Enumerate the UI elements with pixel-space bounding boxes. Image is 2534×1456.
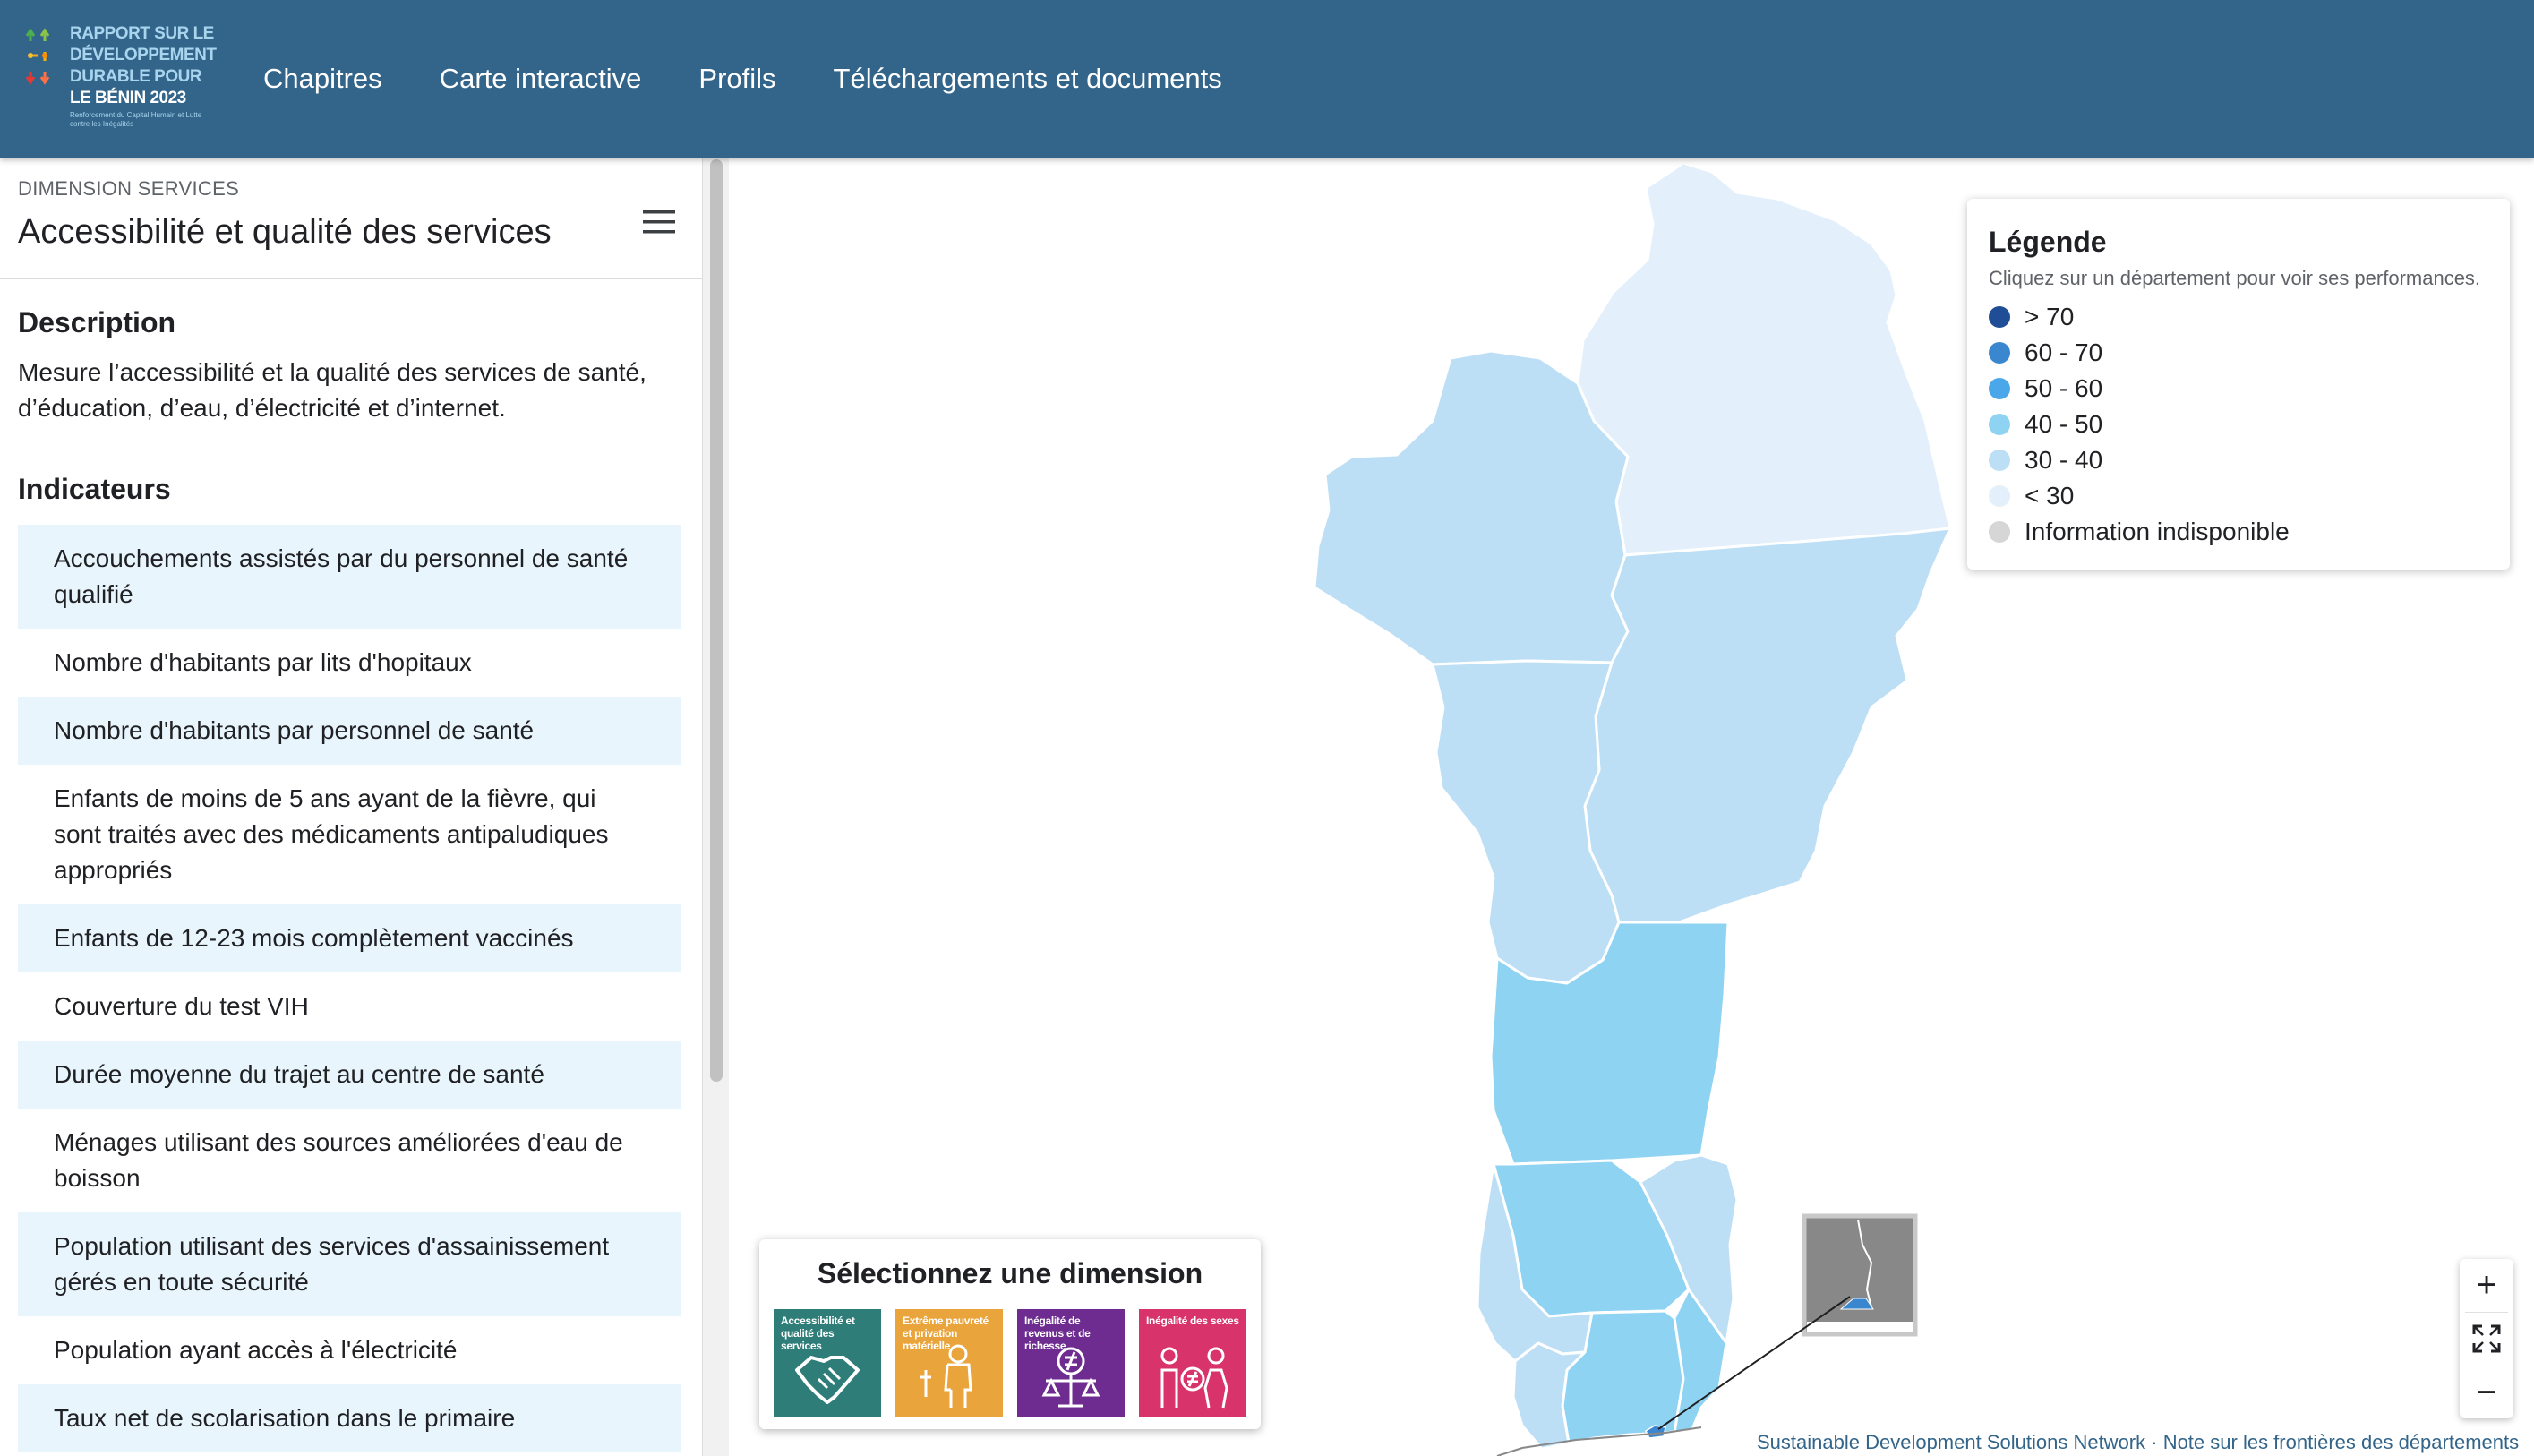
- dimension-tiles: Accessibilité et qualité des services Ex…: [774, 1309, 1246, 1417]
- dimension-selector: Sélectionnez une dimension Accessibilité…: [759, 1239, 1261, 1429]
- nav-profils[interactable]: Profils: [698, 59, 775, 98]
- region-alibori[interactable]: [1576, 161, 1952, 557]
- dimension-label: DIMENSION SERVICES: [18, 177, 240, 200]
- legend-label: 40 - 50: [2025, 410, 2103, 438]
- indicator-item[interactable]: Population ayant accès à l'électricité: [18, 1316, 681, 1384]
- zoom-out-button[interactable]: −: [2460, 1366, 2513, 1418]
- zoom-out-icon: −: [2476, 1373, 2497, 1412]
- sidebar-divider: [0, 278, 702, 279]
- map-attribution: Sustainable Development Solutions Networ…: [1757, 1431, 2519, 1454]
- logo-subtitle: Renforcement du Capital Humain et Lutte …: [70, 111, 202, 128]
- dimension-title: Accessibilité et qualité des services: [18, 213, 552, 251]
- logo-line-3: DURABLE POUR: [70, 67, 202, 86]
- indicator-item[interactable]: Enfants de moins de 5 ans ayant de la fi…: [18, 765, 681, 904]
- legend-item: < 30: [1989, 478, 2290, 514]
- logo-arrows-icon: [25, 28, 50, 85]
- fullscreen-icon: [2472, 1324, 2501, 1353]
- indicator-item[interactable]: Enfants de 12-23 mois complètement vacci…: [18, 904, 681, 972]
- indicator-item[interactable]: Accouchements assistés par du personnel …: [18, 525, 681, 629]
- nav-telechargements[interactable]: Téléchargements et documents: [834, 59, 1222, 98]
- legend-label: Information indisponible: [2025, 518, 2290, 545]
- nav-carte-interactive[interactable]: Carte interactive: [440, 59, 642, 98]
- logo-line-4: LE BÉNIN 2023: [70, 89, 186, 107]
- description-text: Mesure l’accessibilité et la qualité des…: [18, 358, 646, 422]
- legend-label: > 70: [2025, 303, 2075, 330]
- zoom-controls: + −: [2460, 1259, 2513, 1418]
- zoom-in-button[interactable]: +: [2460, 1259, 2513, 1311]
- indicator-item[interactable]: Durée moyenne du trajet au centre de san…: [18, 1041, 681, 1109]
- legend-swatch: [1989, 414, 2010, 435]
- logo-title: RAPPORT SUR LE DÉVELOPPEMENT DURABLE POU…: [70, 23, 222, 109]
- map-legend: Légende Cliquez sur un département pour …: [1967, 199, 2510, 570]
- gender-icon: [1160, 1347, 1228, 1409]
- dimension-tile-poverty[interactable]: Extrême pauvreté et privation matérielle: [895, 1309, 1003, 1417]
- indicator-item[interactable]: Nombre d'habitants par lits d'hopitaux: [18, 629, 681, 697]
- indicator-item[interactable]: Ménages utilisant des sources améliorées…: [18, 1109, 681, 1212]
- legend-item: 30 - 40: [1989, 442, 2290, 478]
- person-icon: [920, 1344, 972, 1408]
- fullscreen-button[interactable]: [2460, 1313, 2513, 1365]
- dimension-tile-income[interactable]: Inégalité de revenus et de richesse: [1017, 1309, 1125, 1417]
- logo-line-2: DÉVELOPPEMENT: [70, 46, 217, 64]
- sidebar-scrollbar[interactable]: [702, 158, 729, 1456]
- dimension-tile-gender[interactable]: Inégalité des sexes: [1139, 1309, 1246, 1417]
- legend-label: 60 - 70: [2025, 338, 2103, 366]
- dimension-selector-title: Sélectionnez une dimension: [817, 1257, 1203, 1289]
- legend-item: > 70: [1989, 299, 2290, 335]
- legend-item: 50 - 60: [1989, 371, 2290, 407]
- legend-label: 50 - 60: [2025, 374, 2103, 402]
- legend-label: 30 - 40: [2025, 446, 2103, 474]
- attribution-note-link[interactable]: Note sur les frontières des départements: [2163, 1431, 2519, 1453]
- zoom-in-icon: +: [2476, 1265, 2497, 1305]
- report-logo[interactable]: RAPPORT SUR LE DÉVELOPPEMENT DURABLE POU…: [25, 21, 217, 138]
- main-nav: Chapitres Carte interactive Profils Télé…: [263, 59, 1222, 98]
- indicator-item[interactable]: Couverture du test VIH: [18, 972, 681, 1041]
- indicator-list: Accouchements assistés par du personnel …: [18, 525, 681, 1452]
- legend-swatch: [1989, 342, 2010, 364]
- legend-swatch: [1989, 521, 2010, 543]
- indicator-item[interactable]: Population utilisant des services d'assa…: [18, 1212, 681, 1316]
- scrollbar-thumb[interactable]: [710, 159, 723, 1082]
- nav-chapitres[interactable]: Chapitres: [263, 59, 382, 98]
- legend-swatch: [1989, 306, 2010, 328]
- legend-swatch: [1989, 485, 2010, 507]
- legend-item: Information indisponible: [1989, 514, 2290, 550]
- handshake-icon: [795, 1356, 860, 1404]
- logo-line-1: RAPPORT SUR LE: [70, 24, 214, 43]
- legend-label: < 30: [2025, 482, 2075, 510]
- legend-swatch: [1989, 378, 2010, 399]
- legend-title: Légende: [1989, 226, 2107, 258]
- legend-item: 40 - 50: [1989, 407, 2290, 442]
- legend-list: > 70 60 - 70 50 - 60 40 - 50 30 - 40 < 3…: [1989, 299, 2290, 550]
- dimension-tile-services[interactable]: Accessibilité et qualité des services: [774, 1309, 881, 1417]
- scale-icon: [1041, 1347, 1100, 1408]
- region-borgou[interactable]: [1583, 527, 1952, 924]
- indicator-item[interactable]: Taux net de scolarisation dans le primai…: [18, 1384, 681, 1452]
- legend-subtitle: Cliquez sur un département pour voir ses…: [1989, 267, 2481, 289]
- legend-item: 60 - 70: [1989, 335, 2290, 371]
- indicators-heading: Indicateurs: [18, 473, 171, 505]
- attribution-separator: ·: [2145, 1431, 2163, 1453]
- indicator-item[interactable]: Nombre d'habitants par personnel de sant…: [18, 697, 681, 765]
- top-header: RAPPORT SUR LE DÉVELOPPEMENT DURABLE POU…: [0, 0, 2534, 158]
- description-heading: Description: [18, 306, 176, 338]
- sidebar-panel: DIMENSION SERVICES Accessibilité et qual…: [0, 158, 702, 1456]
- region-atacora[interactable]: [1313, 349, 1630, 666]
- dimension-tile-label: Inégalité des sexes: [1146, 1315, 1239, 1327]
- attribution-source-link[interactable]: Sustainable Development Solutions Networ…: [1757, 1431, 2145, 1453]
- legend-swatch: [1989, 450, 2010, 471]
- hamburger-menu-icon[interactable]: [641, 204, 677, 240]
